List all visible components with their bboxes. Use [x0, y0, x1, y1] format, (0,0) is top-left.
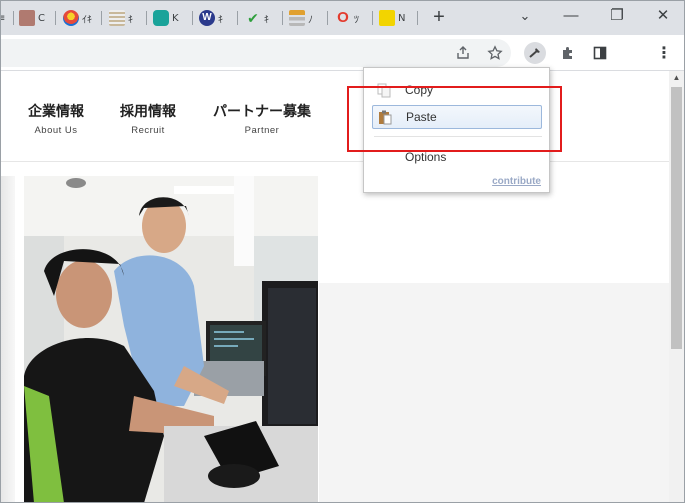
tab-separator [327, 11, 328, 25]
tab-4-favicon-icon [153, 10, 169, 26]
tab-separator [237, 11, 238, 25]
web-page: 企業情報 About Us 採用情報 Recruit パートナー募集 Partn… [1, 71, 669, 502]
extensions-puzzle-icon[interactable] [557, 42, 579, 64]
browser-toolbar: ⋮ [1, 35, 684, 71]
new-tab-button[interactable]: + [429, 6, 449, 28]
side-panel-icon[interactable] [589, 42, 611, 64]
tab-3-label: ｷ [128, 14, 133, 26]
more-menu-icon[interactable]: ⋮ [653, 42, 675, 64]
nav-item-recruit-label: 採用情報 [120, 104, 176, 120]
nav-divider [1, 161, 669, 162]
tab-7[interactable]: ﾉ [289, 7, 313, 29]
nav-item-partner-sub: Partner [244, 125, 280, 136]
browser-window: ≡ C ｲｷ ｷ K W ｷ ✔ ｷ [0, 0, 685, 503]
tab-0[interactable]: ≡ [1, 7, 5, 29]
clipboard-extension-icon[interactable] [524, 42, 546, 64]
tab-6-favicon-icon: ✔ [247, 10, 259, 26]
tab-4[interactable]: K [153, 7, 179, 29]
tab-9-favicon-icon [379, 10, 395, 26]
tab-1[interactable]: C [19, 7, 45, 29]
close-window-button[interactable]: ✕ [651, 6, 675, 26]
tab-8[interactable]: O ﾂ [335, 7, 359, 29]
contribute-link[interactable]: contribute [492, 176, 541, 187]
tab-separator [282, 11, 283, 25]
tab-separator [192, 11, 193, 25]
tab-separator [13, 11, 14, 25]
tab-9[interactable]: N [379, 7, 405, 29]
tab-4-label: K [172, 12, 179, 24]
bookmark-star-icon[interactable] [484, 42, 506, 64]
nav-item-about[interactable]: 企業情報 About Us [23, 101, 89, 136]
tab-2-label: ｲｷ [82, 14, 92, 26]
tab-6-label: ｷ [264, 14, 269, 26]
nav-item-partner[interactable]: パートナー募集 Partner [207, 101, 317, 136]
tab-8-favicon-icon: O [337, 9, 349, 26]
restore-button[interactable]: ❐ [605, 6, 629, 26]
slider-edge [1, 176, 15, 502]
tab-search-button[interactable]: ⌄ [513, 6, 537, 26]
tab-7-favicon-icon [289, 10, 305, 26]
tab-separator [417, 11, 418, 25]
tab-1-favicon-icon [19, 10, 35, 26]
tab-6[interactable]: ✔ ｷ [245, 7, 269, 29]
tab-3[interactable]: ｷ [109, 7, 133, 29]
tab-5-favicon-icon: W [199, 10, 215, 26]
tab-5[interactable]: W ｷ [199, 7, 223, 29]
tab-5-label: ｷ [218, 14, 223, 26]
content-background [319, 283, 669, 502]
tab-3-favicon-icon [109, 10, 125, 26]
tab-separator [55, 11, 56, 25]
page-scrollbar[interactable]: ▲ [669, 71, 684, 502]
tab-2[interactable]: ｲｷ [63, 7, 92, 29]
menu-item-options-label: Options [405, 150, 447, 164]
annotation-highlight-box [347, 86, 562, 152]
share-icon[interactable] [452, 42, 474, 64]
tab-strip: ≡ C ｲｷ ｷ K W ｷ ✔ ｷ [1, 1, 684, 35]
nav-item-recruit-sub: Recruit [131, 125, 165, 136]
tab-separator [372, 11, 373, 25]
tab-separator [146, 11, 147, 25]
scroll-thumb[interactable] [671, 87, 682, 349]
office-photo [24, 176, 318, 502]
tab-0-label: ≡ [1, 13, 5, 24]
tab-2-favicon-icon [63, 10, 79, 26]
nav-item-about-label: 企業情報 [28, 104, 84, 120]
nav-item-partner-label: パートナー募集 [213, 104, 311, 120]
tab-8-label: ﾂ [354, 14, 359, 26]
nav-item-about-sub: About Us [34, 125, 78, 136]
address-bar[interactable] [1, 39, 511, 67]
scroll-up-arrow-icon[interactable]: ▲ [669, 71, 684, 85]
tab-9-label: N [398, 12, 406, 24]
tab-1-label: C [38, 12, 45, 24]
minimize-button[interactable]: — [559, 6, 583, 26]
tab-separator [101, 11, 102, 25]
nav-item-recruit[interactable]: 採用情報 Recruit [115, 101, 181, 136]
tab-7-label: ﾉ [308, 14, 313, 26]
